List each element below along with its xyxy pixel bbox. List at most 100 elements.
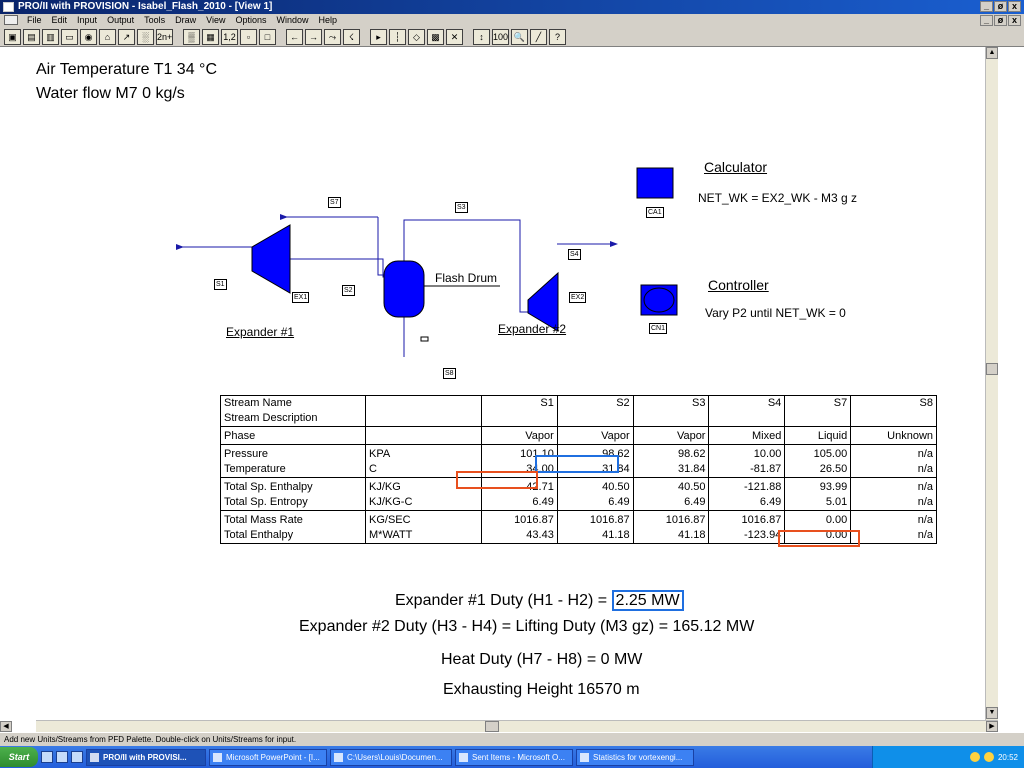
scroll-left-icon[interactable]: ◀ [0, 721, 12, 732]
toolbar-grid-icon[interactable]: ▦ [202, 28, 219, 45]
vertical-scroll-thumb[interactable] [986, 363, 998, 375]
menu-options[interactable]: Options [230, 14, 271, 27]
flowsheet-canvas[interactable]: Air Temperature T1 34 °C Water flow M7 0… [0, 47, 985, 720]
mdi-restore-button[interactable]: ø [994, 15, 1007, 26]
menu-tools[interactable]: Tools [139, 14, 170, 27]
toolbar-note-icon[interactable]: ▫ [240, 28, 257, 45]
table-cell: S1 [481, 395, 558, 411]
toolbar-redo-icon[interactable]: → [305, 28, 322, 45]
toolbar-print-icon[interactable]: ▭ [61, 28, 78, 45]
table-cell [365, 426, 482, 445]
task-proii[interactable]: PRO/II with PROVISI... [86, 748, 206, 766]
task-explorer[interactable]: C:\Users\Louis\Documen... [330, 748, 452, 766]
stream-tag-s8[interactable]: S8 [443, 368, 456, 379]
stream-tag-s4[interactable]: S4 [568, 249, 581, 260]
stream-tag-s2[interactable]: S2 [342, 285, 355, 296]
horizontal-scrollbar[interactable]: ◀ ▶ [0, 720, 998, 732]
table-cell: Stream Description [220, 411, 366, 427]
toolbar-run-icon[interactable]: ☇ [343, 28, 360, 45]
toolbar-report-icon[interactable]: ▩ [427, 28, 444, 45]
task-browser[interactable]: Statistics for vortexengi... [576, 748, 694, 766]
unit-tag-ex1[interactable]: EX1 [292, 292, 310, 303]
menu-edit[interactable]: Edit [47, 14, 73, 27]
menu-output[interactable]: Output [102, 14, 139, 27]
table-cell: Temperature [220, 462, 366, 478]
toolbar-split-icon[interactable]: ↕ [473, 28, 490, 45]
toolbar-undo-icon[interactable]: ← [286, 28, 303, 45]
table-cell [632, 411, 710, 427]
task-powerpoint[interactable]: Microsoft PowerPoint - [I... [209, 748, 327, 766]
calculator-title: Calculator [704, 159, 768, 175]
toolbar-zoom-icon[interactable]: 🔍 [511, 28, 528, 45]
toolbar-component-icon[interactable]: 2n+6 [156, 28, 173, 45]
task-outlook[interactable]: Sent Items - Microsoft O... [455, 748, 573, 766]
menu-draw[interactable]: Draw [170, 14, 201, 27]
stream-tag-s3[interactable]: S3 [455, 202, 468, 213]
vertical-scrollbar[interactable]: ▲ ▼ [985, 47, 998, 720]
toolbar-zoom-100-icon[interactable]: 100 [492, 28, 509, 45]
toolbar-open-icon[interactable]: ▤ [23, 28, 40, 45]
scroll-right-icon[interactable]: ▶ [986, 721, 998, 732]
table-cell: 41.18 [556, 528, 634, 544]
stream-s7-path[interactable] [377, 217, 383, 276]
toolbar-thermo-icon[interactable]: ▒ [183, 28, 200, 45]
window-titlebar[interactable]: PRO/II with PROVISION - Isabel_Flash_201… [0, 0, 1024, 14]
menu-help[interactable]: Help [314, 14, 343, 27]
document-icon[interactable] [4, 15, 18, 25]
menu-window[interactable]: Window [272, 14, 314, 27]
toolbar-step-icon[interactable]: ▸ [370, 28, 387, 45]
stream-s2-line[interactable] [290, 258, 387, 278]
table-cell: 41.18 [632, 528, 710, 544]
close-button[interactable]: x [1008, 1, 1021, 12]
menu-input[interactable]: Input [72, 14, 102, 27]
media-player-icon[interactable] [71, 751, 83, 763]
menu-file[interactable]: File [22, 14, 47, 27]
show-desktop-icon[interactable] [41, 751, 53, 763]
toolbar-units-icon[interactable]: 1,2 [221, 28, 238, 45]
unit-tag-cn1[interactable]: CN1 [649, 323, 668, 334]
toolbar-stream-icon[interactable]: ↗ [118, 28, 135, 45]
table-cell: n/a [850, 444, 937, 462]
process-flow-diagram: S1 S2 S3 S4 S7 S8 EX1 EX2 CA1 CN1 Expand… [170, 107, 910, 379]
toolbar-window-icon[interactable]: ◉ [80, 28, 97, 45]
table-cell: Total Sp. Entropy [220, 495, 366, 511]
scroll-down-icon[interactable]: ▼ [986, 707, 998, 719]
scroll-up-icon[interactable]: ▲ [986, 47, 998, 59]
restore-button[interactable]: ø [994, 1, 1007, 12]
unit-tag-ca1[interactable]: CA1 [646, 207, 664, 218]
stream-tag-s7[interactable]: S7 [328, 197, 341, 208]
table-cell: n/a [850, 495, 937, 511]
mdi-close-button[interactable]: x [1008, 15, 1021, 26]
stream-s8-line[interactable] [403, 315, 500, 357]
exhausting-height: Exhausting Height 16570 m [443, 681, 640, 698]
toolbar-pencil-icon[interactable]: ╱ [530, 28, 547, 45]
toolbar-calc-icon[interactable]: ◇ [408, 28, 425, 45]
taskbar: Start PRO/II with PROVISI... Microsoft P… [0, 746, 1024, 768]
toolbar-plot-icon[interactable]: ░ [137, 28, 154, 45]
tray-network-icon[interactable] [969, 752, 980, 762]
unit-tag-ex2[interactable]: EX2 [569, 292, 587, 303]
tray-volume-icon[interactable] [983, 752, 994, 762]
toolbar-save-icon[interactable]: ▥ [42, 28, 59, 45]
toolbar-select-icon[interactable]: ⌂ [99, 28, 116, 45]
calculator-shape[interactable] [636, 167, 674, 199]
table-cell: 10.00 [708, 444, 786, 462]
controller-title: Controller [708, 277, 769, 293]
water-flow-text: Water flow M7 0 kg/s [36, 85, 185, 102]
stream-tag-s1[interactable]: S1 [214, 279, 227, 290]
expander-1-shape[interactable] [251, 224, 291, 294]
toolbar-delete-icon[interactable]: ✕ [446, 28, 463, 45]
toolbar-link-icon[interactable]: ⤳ [324, 28, 341, 45]
toolbar-copy-icon[interactable]: □ [259, 28, 276, 45]
mdi-minimize-button[interactable]: _ [980, 15, 993, 26]
controller-shape[interactable] [640, 284, 678, 316]
minimize-button[interactable]: _ [980, 1, 993, 12]
flash-drum-shape[interactable] [383, 260, 425, 318]
horizontal-scroll-thumb[interactable] [485, 721, 499, 732]
start-button[interactable]: Start [0, 747, 38, 767]
menu-view[interactable]: View [201, 14, 230, 27]
internet-explorer-icon[interactable] [56, 751, 68, 763]
toolbar-help-icon[interactable]: ? [549, 28, 566, 45]
toolbar-stop-icon[interactable]: ┆ [389, 28, 406, 45]
toolbar-new-icon[interactable]: ▣ [4, 28, 21, 45]
